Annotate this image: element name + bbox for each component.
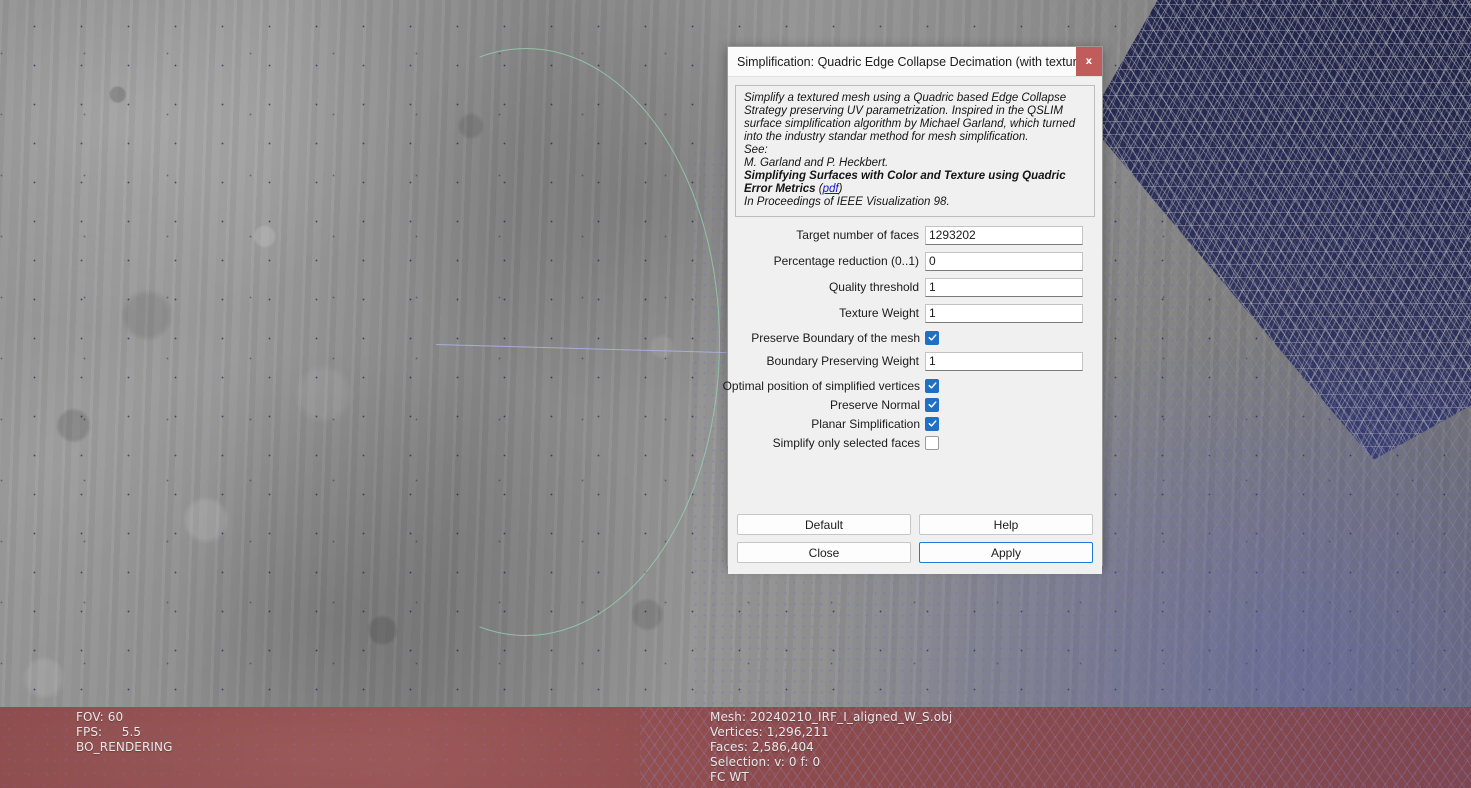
field-row-percentage-reduction: Percentage reduction (0..1): [728, 250, 1083, 272]
input-boundary-weight[interactable]: [925, 351, 1083, 371]
close-icon[interactable]: x: [1075, 47, 1102, 76]
mesh-info-overlay: Mesh: 20240210_IRF_I_aligned_W_S.obj Ver…: [710, 710, 953, 784]
field-row-target-faces: Target number of faces: [728, 224, 1083, 246]
input-texture-weight[interactable]: [925, 303, 1083, 323]
parameter-form: Target number of faces Percentage reduct…: [723, 224, 1102, 452]
field-row-quality-threshold: Quality threshold: [728, 276, 1083, 298]
label-planar-simplification: Planar Simplification: [811, 416, 920, 431]
description-line-3: M. Garland and P. Heckbert.: [744, 157, 889, 169]
checkbox-preserve-boundary[interactable]: [925, 330, 939, 345]
checkbox-preserve-normal[interactable]: [925, 397, 939, 412]
apply-button[interactable]: Apply: [919, 542, 1093, 563]
label-quality-threshold: Quality threshold: [828, 280, 919, 294]
checkbox-row-preserve-boundary: Preserve Boundary of the mesh: [728, 328, 1083, 347]
label-percentage-reduction: Percentage reduction (0..1): [773, 254, 919, 268]
check-icon: [928, 420, 936, 427]
algorithm-description-panel: Simplify a textured mesh using a Quadric…: [735, 85, 1095, 217]
label-selected-faces-only: Simplify only selected faces: [772, 435, 920, 450]
dialog-title: Simplification: Quadric Edge Collapse De…: [737, 54, 1076, 69]
label-target-faces: Target number of faces: [796, 228, 919, 242]
checkbox-row-selected-faces-only: Simplify only selected faces: [728, 433, 1083, 452]
label-preserve-boundary: Preserve Boundary of the mesh: [751, 330, 920, 345]
checkbox-selected-faces-only[interactable]: [925, 435, 939, 450]
description-line-1: Simplify a textured mesh using a Quadric…: [744, 92, 1076, 143]
input-percentage-reduction[interactable]: [925, 251, 1083, 271]
label-preserve-normal: Preserve Normal: [829, 397, 920, 412]
close-button[interactable]: Close: [737, 542, 911, 563]
input-target-faces[interactable]: [925, 225, 1083, 245]
checkbox-row-planar-simplification: Planar Simplification: [728, 414, 1083, 433]
checkbox-row-preserve-normal: Preserve Normal: [728, 395, 1083, 414]
default-button[interactable]: Default: [737, 514, 911, 535]
label-optimal-position: Optimal position of simplified vertices: [722, 378, 920, 393]
check-icon: [928, 401, 936, 408]
check-icon: [928, 334, 936, 341]
help-button[interactable]: Help: [919, 514, 1093, 535]
button-row-bottom: Close Apply: [737, 542, 1093, 563]
input-quality-threshold[interactable]: [925, 277, 1083, 297]
paper-link-close-paren: ): [838, 183, 843, 195]
simplification-dialog: Simplification: Quadric Edge Collapse De…: [723, 46, 1103, 574]
description-line-2: See:: [744, 144, 768, 156]
dialog-body: Simplify a textured mesh using a Quadric…: [723, 85, 1102, 574]
checkbox-row-optimal-position: Optimal position of simplified vertices: [723, 376, 1083, 395]
pdf-link[interactable]: pdf: [823, 183, 839, 195]
description-line-5: In Proceedings of IEEE Visualization 98.: [744, 196, 950, 208]
dialog-titlebar[interactable]: Simplification: Quadric Edge Collapse De…: [728, 47, 1102, 77]
dialog-button-area: Default Help Close Apply: [728, 514, 1102, 563]
description-paragraph: Simplify a textured mesh using a Quadric…: [744, 92, 1086, 209]
label-boundary-weight: Boundary Preserving Weight: [766, 354, 919, 368]
label-texture-weight: Texture Weight: [839, 306, 919, 320]
button-row-top: Default Help: [737, 514, 1093, 535]
application-window: FOV: 60 FPS: 5.5 BO_RENDERING Mesh: 2024…: [0, 0, 1471, 788]
render-stats-overlay: FOV: 60 FPS: 5.5 BO_RENDERING: [76, 710, 173, 754]
check-icon: [928, 382, 936, 389]
paper-title: Simplifying Surfaces with Color and Text…: [744, 170, 1066, 195]
field-row-texture-weight: Texture Weight: [728, 302, 1083, 324]
checkbox-optimal-position[interactable]: [925, 378, 939, 393]
checkbox-planar-simplification[interactable]: [925, 416, 939, 431]
field-row-boundary-weight: Boundary Preserving Weight: [728, 350, 1083, 372]
